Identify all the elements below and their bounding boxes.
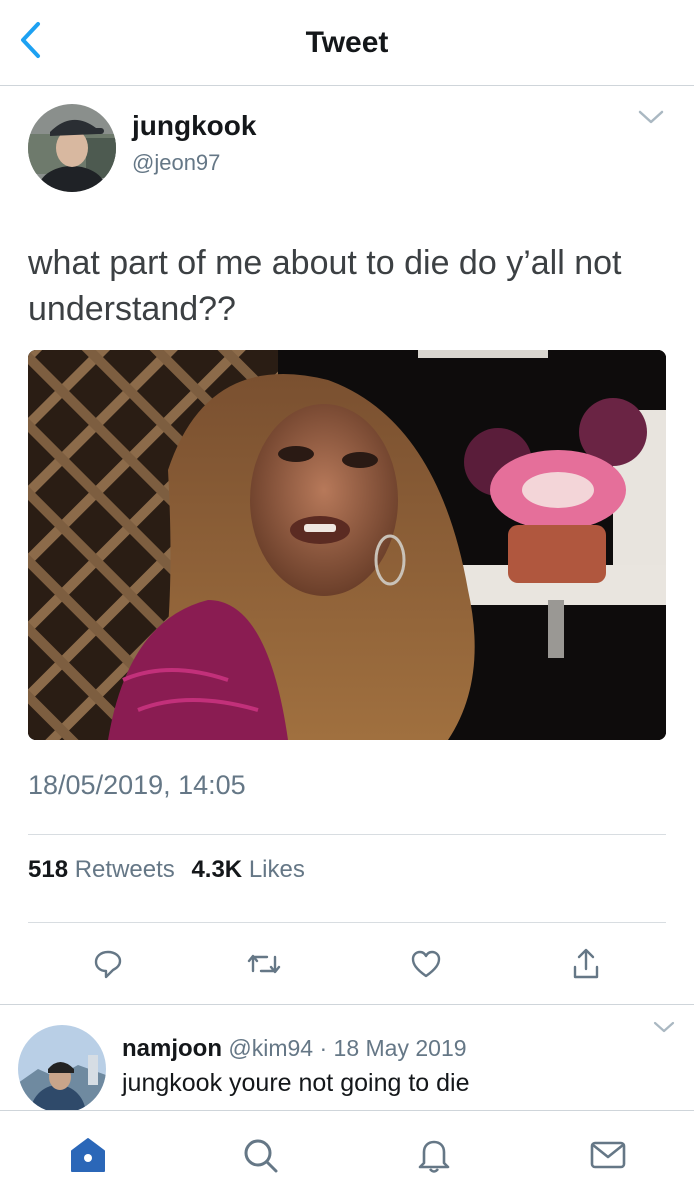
reply-dot-separator: · bbox=[319, 1035, 328, 1061]
home-icon bbox=[68, 1135, 108, 1180]
reply-button[interactable] bbox=[86, 946, 130, 986]
share-icon bbox=[570, 947, 602, 986]
tweet-media-photo[interactable] bbox=[28, 350, 666, 740]
likes-label: Likes bbox=[248, 856, 305, 883]
retweets-stat[interactable]: 518 Retweets bbox=[28, 856, 175, 884]
top-nav-bar: Tweet bbox=[0, 0, 694, 86]
reply-avatar[interactable] bbox=[18, 1025, 106, 1110]
tab-messages[interactable] bbox=[584, 1133, 632, 1181]
tab-search[interactable] bbox=[236, 1133, 284, 1181]
tweet-action-bar bbox=[0, 936, 694, 994]
search-icon bbox=[240, 1135, 280, 1180]
reply-tweet[interactable]: namjoon @kim94 · 18 May 2019 jungkook yo… bbox=[0, 1005, 694, 1110]
like-button[interactable] bbox=[404, 946, 448, 986]
reply-header: namjoon @kim94 · 18 May 2019 bbox=[122, 1035, 467, 1063]
divider bbox=[28, 834, 666, 835]
reply-author-handle[interactable]: @kim94 bbox=[228, 1035, 313, 1061]
retweet-icon bbox=[245, 949, 283, 984]
author-avatar[interactable] bbox=[28, 104, 116, 192]
author-name[interactable]: jungkook bbox=[132, 110, 256, 142]
author-handle[interactable]: @jeon97 bbox=[132, 150, 220, 176]
tweet-text: what part of me about to die do y’all no… bbox=[28, 244, 622, 328]
tab-home[interactable] bbox=[64, 1133, 112, 1181]
chevron-down-icon bbox=[637, 109, 665, 130]
mail-icon bbox=[588, 1135, 628, 1180]
share-button[interactable] bbox=[564, 946, 608, 986]
retweet-button[interactable] bbox=[242, 946, 286, 986]
reply-date: 18 May 2019 bbox=[333, 1035, 467, 1061]
page-title: Tweet bbox=[305, 26, 389, 59]
reply-text: jungkook youre not going to die bbox=[122, 1069, 470, 1097]
heart-icon bbox=[410, 949, 442, 984]
divider bbox=[28, 922, 666, 923]
bell-icon bbox=[414, 1135, 454, 1180]
retweets-count: 518 bbox=[28, 856, 69, 883]
tab-notifications[interactable] bbox=[410, 1133, 458, 1181]
retweets-label: Retweets bbox=[74, 856, 175, 883]
tweet-timestamp: 18/05/2019, 14:05 bbox=[28, 770, 246, 800]
likes-count: 4.3K bbox=[191, 856, 243, 883]
tweet-stats: 518 Retweets 4.3K Likes bbox=[28, 856, 315, 884]
tweet-options-button[interactable] bbox=[634, 104, 668, 134]
tweet-author: jungkook @jeon97 bbox=[28, 104, 668, 194]
likes-stat[interactable]: 4.3K Likes bbox=[191, 856, 304, 884]
reply-icon bbox=[92, 948, 124, 985]
bottom-tab-bar bbox=[0, 1110, 694, 1200]
reply-author-name[interactable]: namjoon bbox=[122, 1035, 222, 1062]
chevron-down-icon bbox=[652, 1020, 676, 1039]
reply-options-button[interactable] bbox=[648, 1017, 680, 1041]
